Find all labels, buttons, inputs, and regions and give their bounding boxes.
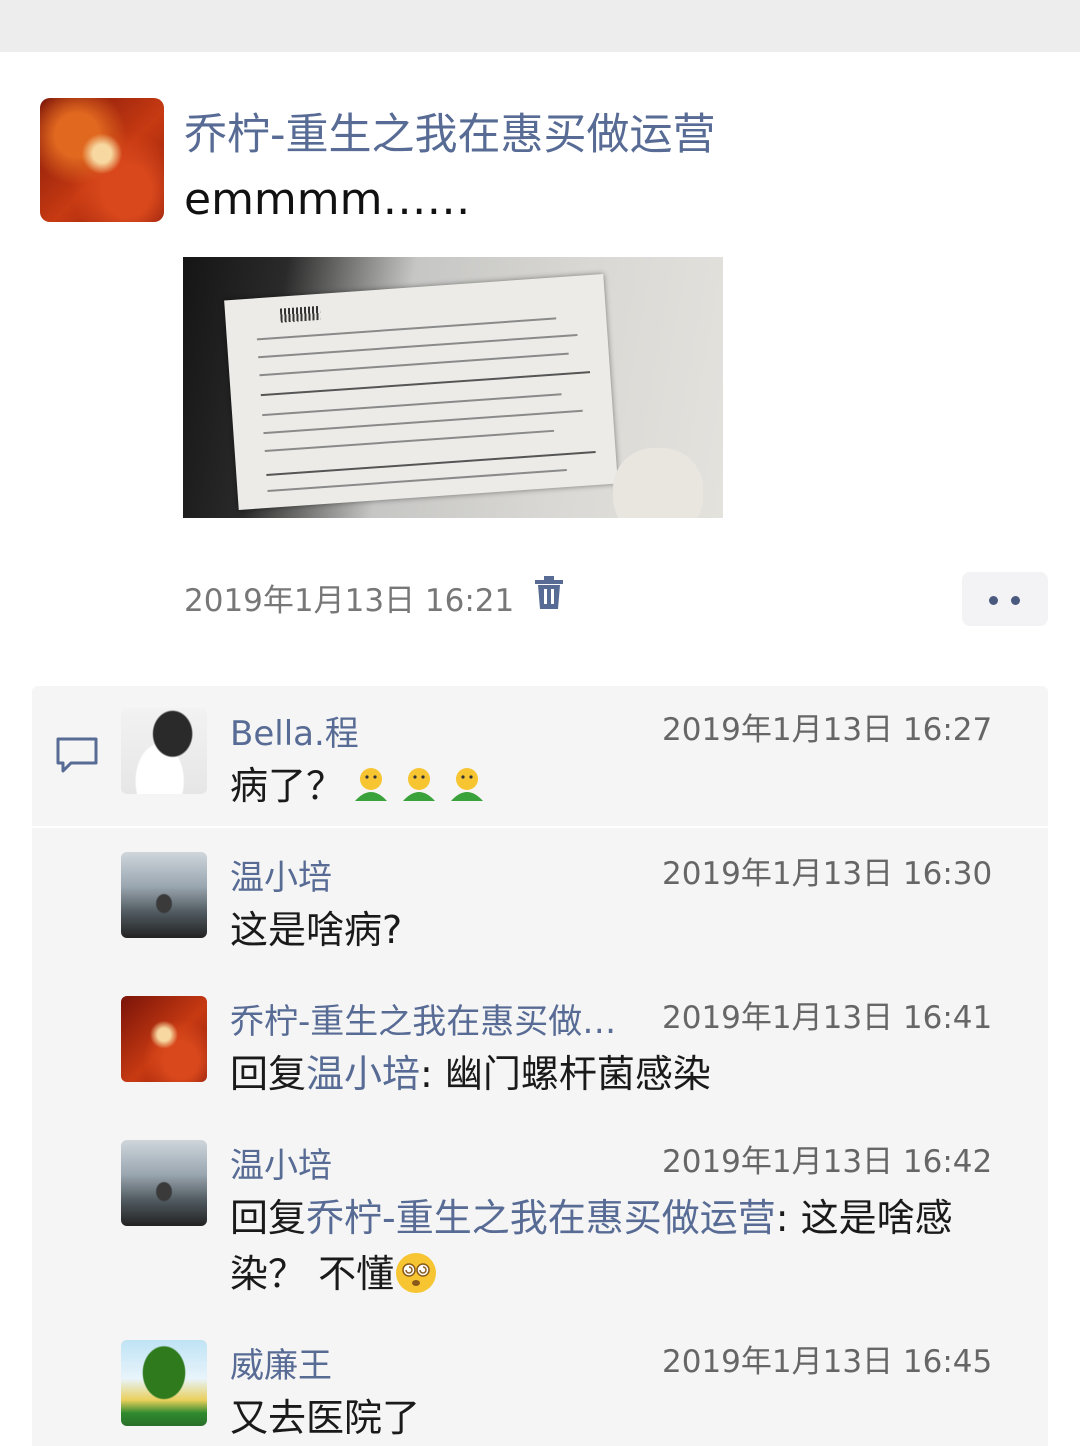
avatar[interactable]	[121, 708, 207, 794]
reply-mention[interactable]: 温小培	[306, 1052, 420, 1096]
reply-mention[interactable]: 乔柠-重生之我在惠买做运营	[306, 1196, 776, 1240]
comment-text: 这是啥病?	[230, 908, 403, 952]
prescription-paper	[224, 274, 618, 510]
comment-section: Bella.程 2019年1月13日 16:27 病了？ 温小培 2019年1月…	[32, 686, 1048, 1446]
more-button[interactable]	[962, 572, 1048, 626]
commenter-name[interactable]: Bella.程	[230, 706, 359, 755]
comment-text: 回复乔柠-重生之我在惠买做运营: 这是啥感染？ 不懂	[230, 1196, 953, 1296]
commenter-name[interactable]: 威廉王	[230, 1338, 332, 1387]
more-dots-icon	[989, 596, 998, 605]
commenter-name[interactable]: 温小培	[230, 850, 332, 899]
comment-text: 病了？	[230, 758, 1020, 814]
comment-bubble-icon	[56, 737, 98, 773]
avatar[interactable]	[121, 852, 207, 938]
post-text: emmmm……	[184, 174, 471, 225]
post-photo[interactable]	[183, 257, 723, 518]
comment-time: 2019年1月13日 16:42	[662, 1144, 993, 1180]
avatar[interactable]	[121, 996, 207, 1082]
comment-time: 2019年1月13日 16:41	[662, 1000, 993, 1036]
dizzy-face-emoji-icon	[396, 1253, 437, 1293]
author-avatar[interactable]	[40, 98, 164, 222]
comment-time: 2019年1月13日 16:27	[662, 712, 993, 748]
trash-icon[interactable]	[534, 576, 564, 610]
green-face-emoji-icon	[451, 768, 484, 801]
green-face-emoji-icon	[355, 768, 388, 801]
commenter-name[interactable]: 温小培	[230, 1138, 332, 1187]
commenter-name[interactable]: 乔柠-重生之我在惠买做…	[230, 994, 616, 1043]
comment-text: 又去医院了	[230, 1396, 421, 1440]
avatar[interactable]	[121, 1340, 207, 1426]
post-author-name[interactable]: 乔柠-重生之我在惠买做运营	[184, 100, 716, 162]
status-bar	[0, 0, 1080, 52]
divider	[32, 826, 1048, 828]
avatar[interactable]	[121, 1140, 207, 1226]
comment-time: 2019年1月13日 16:45	[662, 1344, 993, 1380]
comment-time: 2019年1月13日 16:30	[662, 856, 993, 892]
green-face-emoji-icon	[403, 768, 436, 801]
post-timestamp: 2019年1月13日 16:21	[184, 583, 515, 619]
comment-text: 回复温小培: 幽门螺杆菌感染	[230, 1052, 711, 1096]
